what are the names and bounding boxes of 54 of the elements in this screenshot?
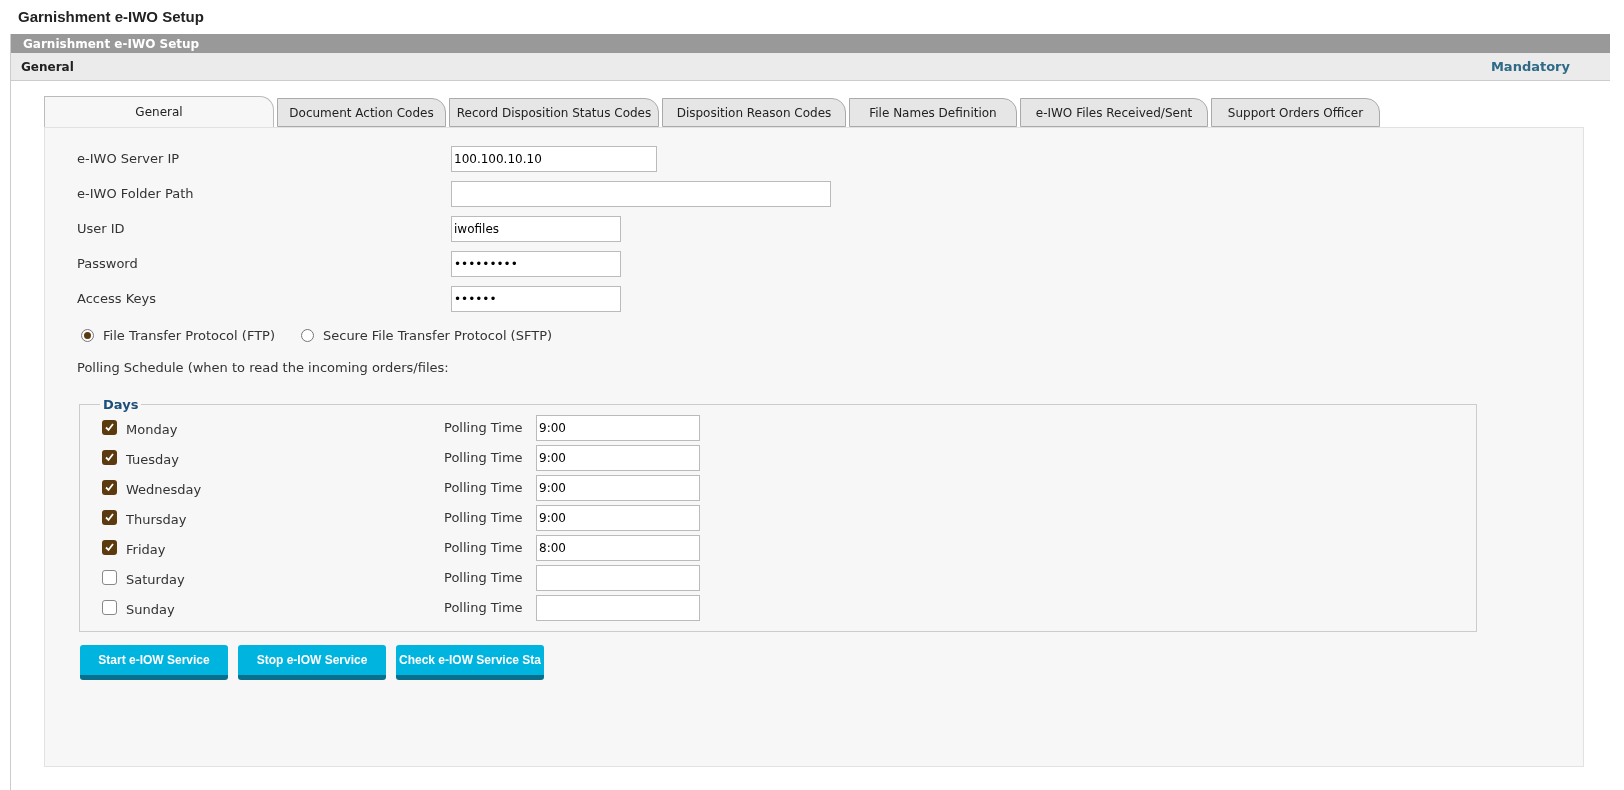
time-field[interactable]: 9:00 <box>536 504 700 531</box>
field-label: e-IWO Server IP <box>77 150 181 169</box>
day-label: Wednesday <box>126 480 203 499</box>
field-label: e-IWO Folder Path <box>77 185 195 204</box>
time-field[interactable] <box>536 594 700 621</box>
polling-time-label: Polling Time <box>444 418 524 437</box>
time-field[interactable]: 9:00 <box>536 474 700 501</box>
time-field[interactable] <box>536 564 700 591</box>
polling-time-label: Polling Time <box>444 538 524 557</box>
checked-checkbox[interactable] <box>102 450 117 465</box>
input-field[interactable]: iwofiles <box>451 216 621 242</box>
checkbox[interactable] <box>102 570 117 585</box>
time-field[interactable]: 8:00 <box>536 534 700 561</box>
time-field[interactable]: 9:00 <box>536 444 700 471</box>
polling-schedule-note: Polling Schedule (when to read the incoming orders/files: <box>77 358 450 377</box>
input-field[interactable]: 100.100.10.10 <box>451 146 657 172</box>
day-label: Tuesday <box>126 450 180 469</box>
page-title: Garnishment e-IWO Setup <box>18 6 204 27</box>
polling-time-label: Polling Time <box>444 568 524 587</box>
radio-button[interactable] <box>301 329 314 343</box>
checkbox[interactable] <box>102 600 117 615</box>
field-label: Access Keys <box>77 290 157 309</box>
input-field[interactable]: ••••••••• <box>451 251 621 277</box>
mandatory-label: Mandatory <box>1490 57 1570 76</box>
day-label: Sunday <box>126 600 176 619</box>
day-label: Thursday <box>126 510 188 529</box>
input-field[interactable]: •••••• <box>451 286 621 312</box>
polling-time-label: Polling Time <box>444 448 524 467</box>
day-label: Friday <box>126 540 167 559</box>
field-label: Password <box>77 255 139 274</box>
tab[interactable]: e-IWO Files Received/Sent <box>1020 98 1208 127</box>
tab[interactable]: General <box>44 96 274 127</box>
checked-checkbox[interactable] <box>102 540 117 555</box>
day-label: Saturday <box>126 570 186 589</box>
section-title: General <box>21 58 74 76</box>
tab[interactable]: Document Action Codes <box>277 98 446 127</box>
tab[interactable]: Disposition Reason Codes <box>662 98 846 127</box>
panel-header: Garnishment e-IWO Setup <box>23 35 200 53</box>
polling-time-label: Polling Time <box>444 478 524 497</box>
tab[interactable]: Support Orders Officer <box>1211 98 1380 127</box>
checked-checkbox[interactable] <box>102 420 117 435</box>
polling-time-label: Polling Time <box>444 508 524 527</box>
radio-label: File Transfer Protocol (FTP) <box>103 327 275 345</box>
checked-checkbox[interactable] <box>102 480 117 495</box>
tab[interactable]: Record Disposition Status Codes <box>449 98 659 127</box>
tab[interactable]: File Names Definition <box>849 98 1017 127</box>
field-label: User ID <box>77 220 126 239</box>
input-field[interactable] <box>451 181 831 207</box>
day-label: Monday <box>126 420 179 439</box>
radio-label: Secure File Transfer Protocol (SFTP) <box>323 327 553 345</box>
checked-checkbox[interactable] <box>102 510 117 525</box>
polling-time-label: Polling Time <box>444 598 524 617</box>
radio-button[interactable] <box>81 329 94 343</box>
time-field[interactable]: 9:00 <box>536 414 700 441</box>
